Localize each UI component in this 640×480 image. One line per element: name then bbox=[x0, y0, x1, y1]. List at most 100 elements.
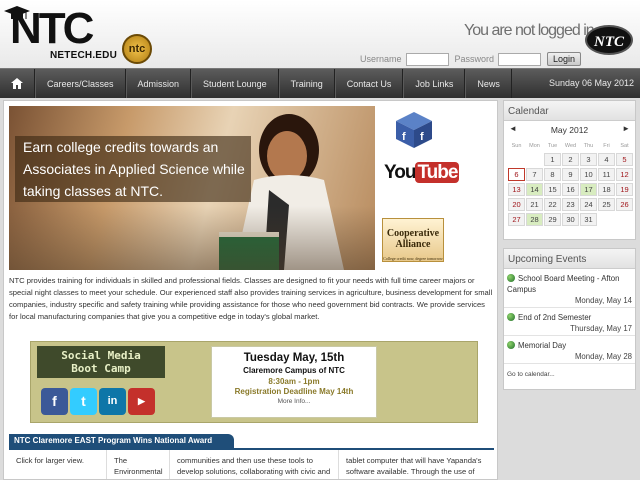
main-content: Earn college credits towards an Associat… bbox=[3, 100, 498, 480]
promo-time: 8:30am - 1pm bbox=[268, 377, 320, 386]
event-title[interactable]: School Board Meeting - Afton Campus bbox=[507, 274, 619, 294]
calendar-day[interactable]: 22 bbox=[544, 198, 561, 211]
social-media-promo[interactable]: Social Media Boot Camp f t in ▶ Tuesday … bbox=[30, 341, 478, 423]
event-title[interactable]: Memorial Day bbox=[518, 341, 566, 350]
calendar-day[interactable]: 9 bbox=[562, 168, 579, 181]
calendar-blank bbox=[508, 153, 525, 166]
calendar-month: May 2012 bbox=[550, 125, 589, 135]
calendar-day[interactable]: 11 bbox=[598, 168, 615, 181]
username-input[interactable] bbox=[405, 52, 449, 66]
weekday-header: Tue bbox=[547, 143, 558, 149]
calendar-day[interactable]: 23 bbox=[562, 198, 579, 211]
social-icons: f t in ▶ bbox=[41, 388, 155, 415]
calendar-day[interactable]: 10 bbox=[580, 168, 597, 181]
news-headline-tab[interactable]: NTC Claremore EAST Program Wins National… bbox=[9, 434, 234, 448]
calendar-day[interactable]: 2 bbox=[562, 153, 579, 166]
calendar-day[interactable]: 1 bbox=[544, 153, 561, 166]
site-header: NTC NETECH.EDU ntc You are not logged in… bbox=[0, 0, 640, 68]
current-date: Sunday 06 May 2012 bbox=[548, 78, 634, 88]
promo-more-info-link[interactable]: More Info... bbox=[212, 398, 376, 405]
calendar-day[interactable]: 4 bbox=[598, 153, 615, 166]
events-title: Upcoming Events bbox=[504, 249, 635, 269]
calendar-day[interactable]: 12 bbox=[616, 168, 633, 181]
calendar-day[interactable]: 3 bbox=[580, 153, 597, 166]
news-click-hint[interactable]: Click for larger view. bbox=[9, 450, 107, 479]
home-button[interactable] bbox=[0, 69, 35, 98]
youtube-you: You bbox=[384, 162, 417, 183]
youtube-tube: Tube bbox=[415, 162, 460, 183]
calendar-day[interactable]: 17 bbox=[580, 183, 597, 196]
news-article: Click for larger view. The Environmental… bbox=[9, 450, 494, 479]
calendar-day[interactable]: 26 bbox=[616, 198, 633, 211]
calendar-day[interactable]: 24 bbox=[580, 198, 597, 211]
coop-line-2: Alliance bbox=[395, 239, 431, 250]
youtube-logo[interactable]: You Tube bbox=[384, 162, 460, 184]
calendar-day[interactable]: 7 bbox=[526, 168, 543, 181]
facebook-icon: f bbox=[41, 388, 68, 415]
calendar-day[interactable]: 16 bbox=[562, 183, 579, 196]
weekday-header: Sat bbox=[620, 143, 629, 149]
event-item[interactable]: School Board Meeting - Afton Campus Monda… bbox=[504, 269, 635, 308]
globe-icon bbox=[507, 274, 515, 282]
nav-item-student-lounge[interactable]: Student Lounge bbox=[191, 69, 279, 98]
login-status-text: You are not logged in. bbox=[464, 22, 598, 39]
ntc-logo[interactable]: NTC NETECH.EDU ntc bbox=[4, 4, 154, 64]
calendar-header: ◄ May 2012 ► bbox=[504, 124, 635, 137]
event-item[interactable]: Memorial Day Monday, May 28 bbox=[504, 336, 635, 364]
calendar-day[interactable]: 20 bbox=[508, 198, 525, 211]
nav-item-careers-classes[interactable]: Careers/Classes bbox=[35, 69, 126, 98]
calendar-day[interactable]: 27 bbox=[508, 213, 525, 226]
hero-banner[interactable]: Earn college credits towards an Associat… bbox=[9, 106, 375, 270]
username-label: Username bbox=[360, 54, 402, 64]
twitter-icon: t bbox=[70, 388, 97, 415]
calendar-day[interactable]: 15 bbox=[544, 183, 561, 196]
cooperative-alliance-logo[interactable]: Cooperative Alliance College credit now,… bbox=[382, 218, 444, 262]
calendar-title: Calendar bbox=[504, 101, 635, 121]
home-icon bbox=[11, 78, 23, 89]
promo-title-line-2: Boot Camp bbox=[71, 362, 131, 375]
calendar-day[interactable]: 30 bbox=[562, 213, 579, 226]
main-nav: Careers/Classes Admission Student Lounge Tr… bbox=[0, 68, 640, 98]
event-title[interactable]: End of 2nd Semester bbox=[518, 313, 591, 322]
weekday-header: Thu bbox=[583, 143, 594, 149]
weekday-header: Mon bbox=[529, 143, 540, 149]
calendar-day[interactable]: 31 bbox=[580, 213, 597, 226]
weekday-header: Sun bbox=[511, 143, 522, 149]
login-form: Username Password Login bbox=[360, 52, 582, 66]
facebook-cube-icon[interactable]: f f bbox=[394, 110, 434, 150]
calendar-day[interactable]: 5 bbox=[616, 153, 633, 166]
calendar-day[interactable]: 18 bbox=[598, 183, 615, 196]
calendar-day[interactable]: 14 bbox=[526, 183, 543, 196]
promo-title: Social Media Boot Camp bbox=[37, 346, 165, 378]
calendar-day[interactable]: 8 bbox=[544, 168, 561, 181]
go-to-calendar-link[interactable]: Go to calendar... bbox=[504, 364, 635, 385]
coop-tagline: College credit now, degree tomorrow bbox=[383, 256, 443, 261]
globe-icon bbox=[507, 341, 515, 349]
nav-item-news[interactable]: News bbox=[465, 69, 512, 98]
promo-details: Tuesday May, 15th Claremore Campus of NT… bbox=[211, 346, 377, 418]
calendar-day[interactable]: 29 bbox=[544, 213, 561, 226]
calendar-day[interactable]: 13 bbox=[508, 183, 525, 196]
nav-item-contact-us[interactable]: Contact Us bbox=[334, 69, 404, 98]
password-input[interactable] bbox=[498, 52, 542, 66]
event-date: Monday, May 28 bbox=[574, 352, 632, 361]
calendar-day[interactable]: 25 bbox=[598, 198, 615, 211]
calendar-day[interactable]: 28 bbox=[526, 213, 543, 226]
calendar-day[interactable]: 21 bbox=[526, 198, 543, 211]
calendar-day[interactable]: 6 bbox=[508, 168, 525, 181]
event-item[interactable]: End of 2nd Semester Thursday, May 17 bbox=[504, 308, 635, 336]
event-date: Thursday, May 17 bbox=[570, 324, 632, 333]
calendar-grid: Sun Mon Tue Wed Thu Fri Sat 1 2 3 4 5 6 7 8 9 10 11 12 13 14… bbox=[508, 143, 633, 228]
nav-item-admission[interactable]: Admission bbox=[125, 69, 192, 98]
svg-text:f: f bbox=[402, 131, 406, 143]
calendar-day[interactable]: 19 bbox=[616, 183, 633, 196]
nav-item-job-links[interactable]: Job Links bbox=[403, 69, 466, 98]
next-month-button[interactable]: ► bbox=[622, 124, 630, 133]
hero-shadow bbox=[9, 206, 375, 270]
nav-item-training[interactable]: Training bbox=[278, 69, 335, 98]
globe-icon bbox=[507, 313, 515, 321]
login-button[interactable]: Login bbox=[547, 52, 582, 66]
calendar-blank bbox=[526, 153, 543, 166]
intro-paragraph: NTC provides training for individuals in… bbox=[9, 276, 493, 321]
calendar-blank bbox=[598, 213, 615, 226]
